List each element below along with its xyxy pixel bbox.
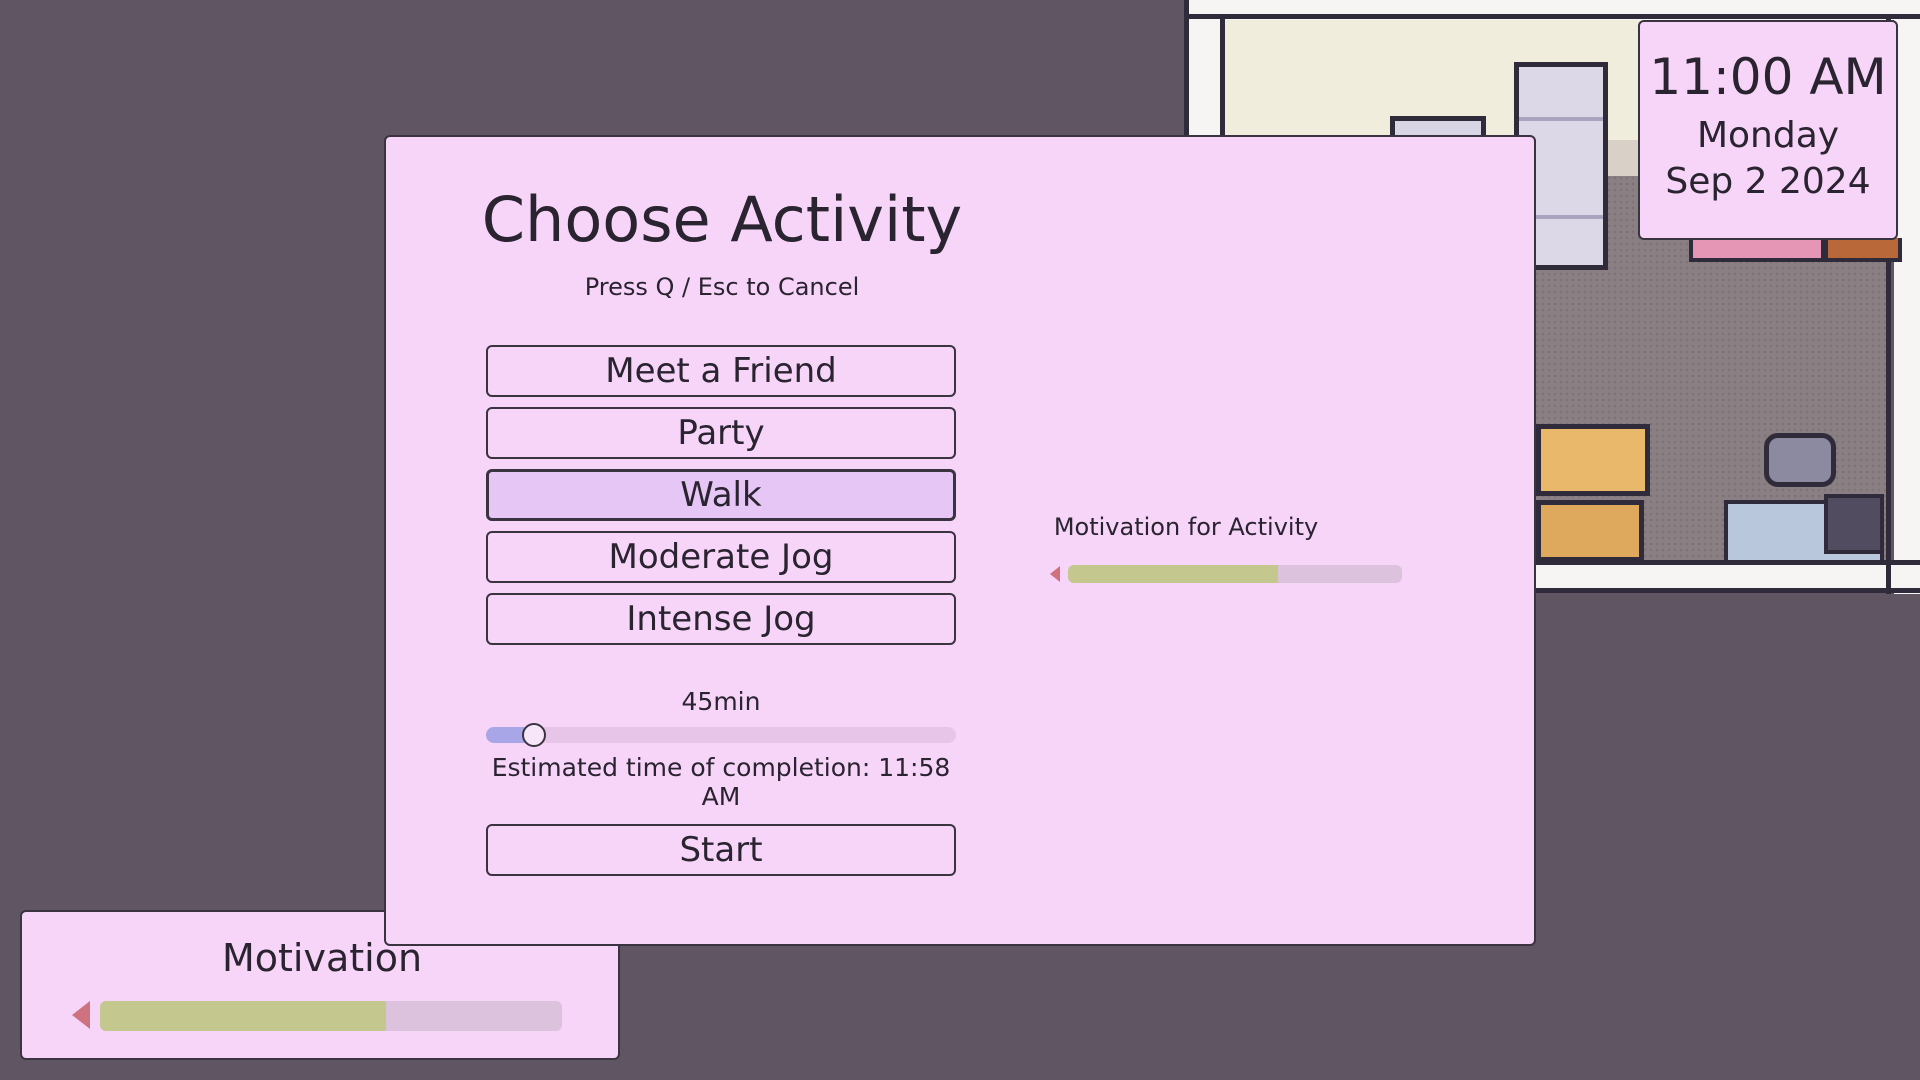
- activity-motivation-bar-fill: [1068, 565, 1279, 583]
- wood-shelf: [1824, 238, 1902, 262]
- activity-button-walk[interactable]: Walk: [486, 469, 956, 521]
- activity-button-moderate-jog[interactable]: Moderate Jog: [486, 531, 956, 583]
- activity-motivation-label: Motivation for Activity: [1053, 513, 1319, 541]
- start-button[interactable]: Start: [486, 824, 956, 876]
- motivation-bar: [100, 1001, 562, 1031]
- activity-button-party[interactable]: Party: [486, 407, 956, 459]
- choose-activity-dialog: Choose Activity Press Q / Esc to Cancel …: [384, 135, 1536, 946]
- clock-day: Monday: [1696, 115, 1840, 156]
- clock-time: 11:00 AM: [1649, 48, 1887, 106]
- duration-label: 45min: [681, 687, 761, 716]
- pink-rug: [1689, 238, 1825, 262]
- wall-edge: [1184, 14, 1920, 19]
- clock-panel: 11:00 AM Monday Sep 2 2024: [1638, 20, 1898, 240]
- estimated-completion-time: Estimated time of completion: 11:58 AM: [491, 753, 951, 811]
- activity-motivation-arrow-icon: [1050, 566, 1060, 582]
- clock-date: Sep 2 2024: [1665, 160, 1871, 202]
- office-chair: [1764, 433, 1836, 487]
- monitor-icon: [1824, 494, 1884, 554]
- activity-button-intense-jog[interactable]: Intense Jog: [486, 593, 956, 645]
- game-screen: 11:00 AM Monday Sep 2 2024 Motivation Ch…: [0, 0, 1920, 1080]
- activity-button-meet-a-friend[interactable]: Meet a Friend: [486, 345, 956, 397]
- wooden-cabinet: [1536, 500, 1644, 562]
- wooden-desk: [1536, 424, 1650, 496]
- activity-motivation-bar: [1068, 565, 1402, 583]
- cancel-hint: Press Q / Esc to Cancel: [584, 273, 860, 301]
- motivation-arrow-icon: [72, 1001, 90, 1029]
- dialog-title: Choose Activity: [481, 183, 963, 256]
- motivation-bar-fill: [100, 1001, 387, 1031]
- duration-slider[interactable]: [486, 723, 956, 747]
- duration-slider-handle[interactable]: [522, 723, 546, 747]
